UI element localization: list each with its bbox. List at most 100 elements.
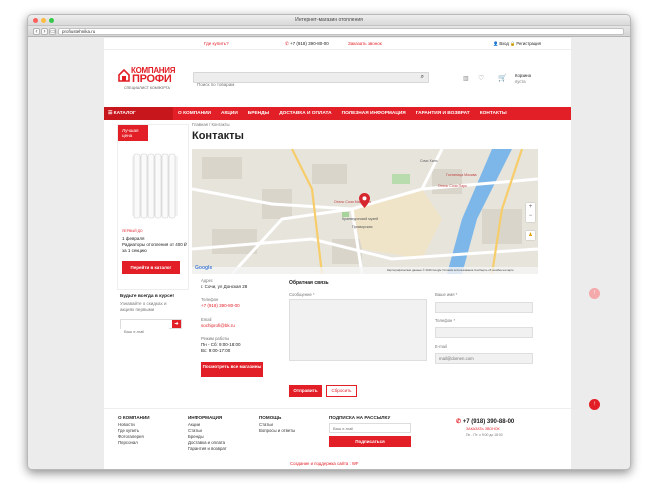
register-label: Регистрация xyxy=(516,41,541,46)
login-link[interactable]: 👤 Вход xyxy=(493,41,509,46)
topbar-divider xyxy=(104,49,571,50)
footer-callback-link[interactable]: ЗАКАЗАТЬ ЗВОНОК xyxy=(466,427,500,431)
name-input[interactable] xyxy=(435,302,533,313)
logo-line2: ПРОФИ xyxy=(132,73,172,85)
footer-email-input[interactable] xyxy=(329,423,411,433)
breadcrumb-home[interactable]: Главная xyxy=(192,122,208,127)
map-zoom-out-button[interactable]: − xyxy=(526,212,535,221)
email-input[interactable] xyxy=(435,353,533,364)
footer-col2-title: ИНФОРМАЦИЯ xyxy=(188,415,223,420)
map-pin-icon[interactable] xyxy=(359,193,370,208)
logo-tagline: СПЕЦИАЛИСТ КОМФОРТА xyxy=(124,86,170,90)
badge-line2: цена xyxy=(122,133,133,138)
search-input[interactable] xyxy=(194,80,414,89)
side-subscribe-text: Узнавайте о скидках и акциях первыми xyxy=(120,301,167,312)
hours-sunday: Вс: 9:00-17:00 xyxy=(201,348,231,353)
header-phone: ✆ +7 (918) 390-80-00 xyxy=(285,41,329,47)
email-label: Email xyxy=(201,317,212,322)
main-menu: ☰ КАТАЛОГ О КОМПАНИИ АКЦИИ БРЕНДЫ ДОСТАВ… xyxy=(104,107,571,120)
menu-item-brands[interactable]: БРЕНДЫ xyxy=(243,107,274,120)
promo-date: 1 февраля xyxy=(122,236,145,241)
address-bar[interactable]: profiustehnika.ru xyxy=(58,28,624,35)
footer-link-staff[interactable]: Персонал xyxy=(118,440,138,446)
user-icon: 👤 xyxy=(493,41,499,46)
browser-window: Интернет-магазин отопления ‹ › ▭ profius… xyxy=(27,14,631,470)
email-value[interactable]: sochiprofi@bk.ru xyxy=(201,323,235,329)
footer-col1-title: О КОМПАНИИ xyxy=(118,415,150,420)
lock-icon: 🔒 xyxy=(510,41,516,46)
register-link[interactable]: 🔒 Регистрация xyxy=(510,41,541,46)
menu-item-info[interactable]: ПОЛЕЗНАЯ ИНФОРМАЦИЯ xyxy=(337,107,411,120)
back-arrow-icon[interactable]: ‹ xyxy=(33,28,40,35)
scroll-up-faded-icon[interactable]: ↑ xyxy=(589,288,600,299)
footer-credits[interactable]: Создание и поддержка сайта : WF xyxy=(290,461,359,466)
window-title: Интернет-магазин отопления xyxy=(295,17,363,23)
map-zoom-in-button[interactable]: + xyxy=(526,203,535,212)
footer-col3-title: ПОМОЩЬ xyxy=(259,415,282,420)
search-box: ⌕ xyxy=(193,72,429,89)
menu-item-warranty[interactable]: ГАРАНТИЯ И ВОЗВРАТ xyxy=(411,107,475,120)
footer-hours: Пн - Пт: с 9:00 до 18:00 xyxy=(466,433,503,437)
footer-phone-icon: ✆ xyxy=(456,419,462,425)
submit-button[interactable]: Отправить xyxy=(289,385,322,397)
menu-item-sales[interactable]: АКЦИИ xyxy=(216,107,243,120)
browser-toolbar: ‹ › ▭ profiustehnika.ru xyxy=(28,26,630,37)
street-view-pegman-icon[interactable]: ♟ xyxy=(526,231,535,240)
map-label-hotel-park: Отель Сочи Парк xyxy=(438,184,467,188)
name-label: Ваше имя * xyxy=(435,292,458,297)
breadcrumb: Главная / Контакты xyxy=(192,122,230,127)
side-subscribe-title: Будьте всегда в курсе! xyxy=(120,294,175,299)
phone-form-label: Телефон * xyxy=(435,318,456,323)
page-viewport: Где купить? ✆ +7 (918) 390-80-00 Заказат… xyxy=(28,38,630,469)
hours-weekdays: Пн - Сб: 9:00-18:00 xyxy=(201,342,241,347)
scroll-to-top-icon[interactable]: ↑ xyxy=(589,399,600,410)
callback-link[interactable]: Заказать звонок xyxy=(348,41,382,47)
forward-arrow-icon[interactable]: › xyxy=(41,28,48,35)
compare-icon[interactable]: ▥ xyxy=(463,75,469,82)
side-subscribe-arrow-icon[interactable]: ➜ xyxy=(172,320,181,328)
sidebar-icon[interactable]: ▭ xyxy=(49,28,56,35)
side-email-box: ➜ xyxy=(120,319,182,336)
radiator-image xyxy=(132,153,178,219)
menu-item-delivery[interactable]: ДОСТАВКА И ОПЛАТА xyxy=(274,107,336,120)
phone-input[interactable] xyxy=(435,327,533,338)
map-label-museum: Краеведческий музей xyxy=(342,217,379,221)
title-bar: Интернет-магазин отопления xyxy=(28,15,630,26)
search-icon[interactable]: ⌕ xyxy=(421,74,424,81)
footer-phone: ✆ +7 (918) 390-88-00 xyxy=(456,418,514,425)
message-label: Сообщение * xyxy=(289,292,315,297)
menu-item-about[interactable]: О КОМПАНИИ xyxy=(173,107,216,120)
site-container: Где купить? ✆ +7 (918) 390-80-00 Заказат… xyxy=(104,38,571,469)
catalog-menu-button[interactable]: ☰ КАТАЛОГ xyxy=(104,107,173,120)
header-phone-text: +7 (918) 390-80-00 xyxy=(290,41,329,46)
favorites-heart-icon[interactable]: ♡ xyxy=(478,74,484,82)
promo-text: Радиаторы отопления от 400 ₽ за 1 секцию xyxy=(122,242,187,253)
footer-link-faq[interactable]: Вопросы и ответы xyxy=(259,428,295,434)
map-attribution[interactable]: Картографические данные © 2016 Google Ус… xyxy=(387,268,514,272)
map-label-primorskaya: Приморская xyxy=(352,225,373,229)
footer-phone-text: +7 (918) 390-88-00 xyxy=(462,419,515,425)
email-form-label: E-mail xyxy=(435,344,447,349)
house-logo-icon xyxy=(118,68,130,82)
page-title: Контакты xyxy=(192,130,244,142)
footer-subscribe-button[interactable]: Подписаться xyxy=(329,436,411,447)
footer-link-warranty[interactable]: Гарантия и возврат xyxy=(188,446,227,452)
site-logo[interactable]: КОМПАНИЯ ПРОФИ СПЕЦИАЛИСТ КОМФОРТА xyxy=(118,66,190,94)
message-textarea[interactable] xyxy=(289,299,427,361)
menu-item-contacts[interactable]: КОНТАКТЫ xyxy=(475,107,512,120)
cart-title[interactable]: Корзина xyxy=(515,73,531,78)
where-to-buy-link[interactable]: Где купить? xyxy=(204,41,229,47)
hours-label: Режим работы xyxy=(201,336,230,341)
cart-icon[interactable]: 🛒 xyxy=(498,74,507,82)
address-value: г. Сочи, ул Донская 28 xyxy=(201,284,248,289)
go-to-catalog-button[interactable]: Перейти в каталог xyxy=(122,261,180,274)
feedback-title: Обратная связь xyxy=(289,280,329,286)
side-email-input[interactable] xyxy=(121,327,169,336)
map-zoom-controls: + − xyxy=(526,203,535,222)
promo-banner: Лучшая цена ПЕРВЫЙ ДО 1 февраля Радиатор… xyxy=(117,124,189,290)
reset-button[interactable]: Сбросить xyxy=(326,385,357,397)
best-price-badge: Лучшая цена xyxy=(118,125,148,141)
view-all-stores-button[interactable]: Посмотреть все магазины xyxy=(201,362,263,377)
phone-value[interactable]: +7 (918) 390-80-00 xyxy=(201,303,240,309)
google-map[interactable]: Отель Сочи Магнолия Сочи Хилс Гостиница … xyxy=(192,149,538,274)
